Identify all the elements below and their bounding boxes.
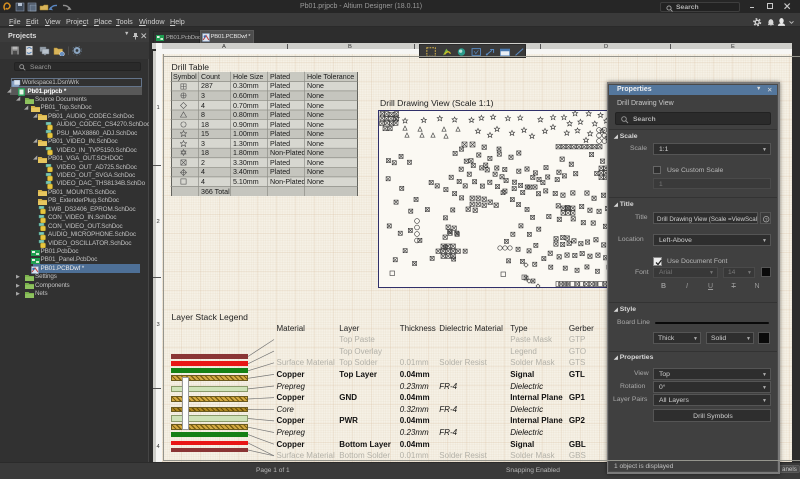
svg-text:?: ? (765, 217, 768, 222)
